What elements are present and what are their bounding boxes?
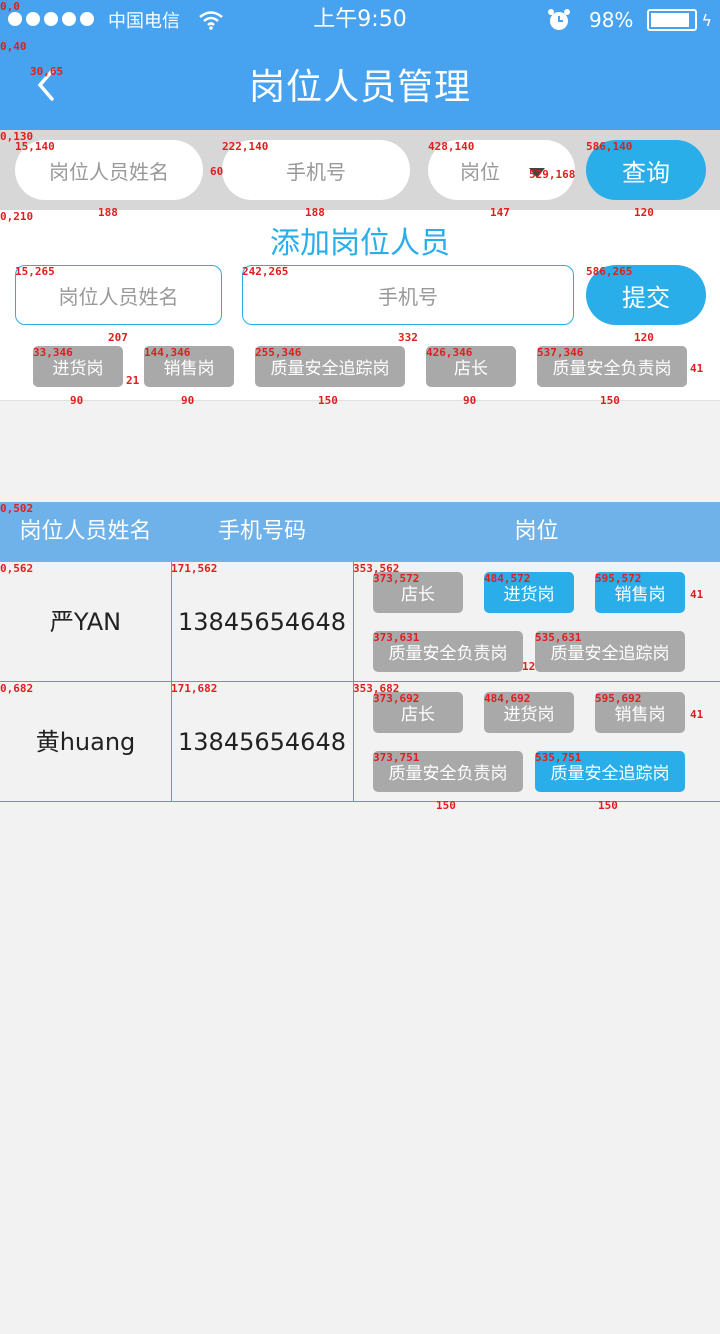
- annotation-label: 120: [634, 206, 654, 219]
- annotation-label: 147: [490, 206, 510, 219]
- annotation-label: 15,265: [15, 265, 55, 278]
- annotation-label: 0,40: [0, 40, 27, 53]
- column-divider: [353, 682, 354, 802]
- annotation-label: 30,65: [30, 65, 64, 78]
- row-name: 黄huang: [35, 728, 136, 756]
- annotation-label: 0,210: [0, 210, 34, 223]
- annotation-label: 586,140: [586, 140, 633, 153]
- annotation-label: 12: [522, 660, 536, 673]
- alarm-icon: [547, 9, 570, 30]
- annotation-label: 535,631: [535, 631, 582, 644]
- annotation-label: 428,140: [428, 140, 475, 153]
- annotation-label: 188: [98, 206, 118, 219]
- annotation-label: 171,682: [171, 682, 218, 695]
- row-phone: 13845654648: [178, 728, 346, 756]
- charging-icon: ϟ: [701, 10, 712, 30]
- annotation-label: 222,140: [222, 140, 269, 153]
- add-name-placeholder: 岗位人员姓名: [58, 284, 179, 309]
- annotation-label: 242,265: [242, 265, 289, 278]
- annotation-label: 150: [600, 394, 620, 407]
- annotation-label: 150: [436, 799, 456, 812]
- annotation-label: 150: [318, 394, 338, 407]
- annotation-label: 255,346: [255, 346, 302, 359]
- annotation-label: 586,265: [586, 265, 633, 278]
- annotation-label: 595,572: [595, 572, 642, 585]
- column-divider: [353, 562, 354, 682]
- page-title: 岗位人员管理: [248, 67, 471, 108]
- annotation-label: 484,572: [484, 572, 531, 585]
- search-phone-placeholder: 手机号: [286, 159, 346, 184]
- submit-button-label: 提交: [622, 283, 670, 312]
- annotation-label: 426,346: [426, 346, 473, 359]
- battery-icon: [647, 9, 698, 31]
- annotation-label: 529,168: [529, 168, 576, 181]
- annotation-label: 144,346: [144, 346, 191, 359]
- add-phone-placeholder: 手机号: [378, 284, 438, 309]
- annotation-label: 537,346: [537, 346, 584, 359]
- annotation-label: 207: [108, 331, 128, 344]
- annotation-label: 21: [126, 374, 140, 387]
- annotation-label: 150: [598, 799, 618, 812]
- annotation-label: 41: [690, 362, 704, 375]
- annotation-label: 332: [398, 331, 418, 344]
- annotation-label: 90: [463, 394, 477, 407]
- annotation-label: 0,682: [0, 682, 34, 695]
- annotation-label: 171,562: [171, 562, 218, 575]
- annotation-label: 90: [181, 394, 195, 407]
- annotation-label: 120: [634, 331, 654, 344]
- search-name-placeholder: 岗位人员姓名: [49, 159, 169, 184]
- annotation-label: 90: [70, 394, 84, 407]
- annotation-label: 188: [305, 206, 325, 219]
- row-phone: 13845654648: [178, 608, 346, 636]
- add-phone-input[interactable]: 手机号: [242, 265, 574, 325]
- annotation-label: 484,692: [484, 692, 531, 705]
- annotation-label: 0,502: [0, 502, 34, 515]
- annotation-label: 595,692: [595, 692, 642, 705]
- query-button-label: 查询: [622, 158, 670, 187]
- status-right: 98% ϟ: [547, 0, 712, 40]
- annotation-label: 373,572: [373, 572, 420, 585]
- annotation-label: 41: [690, 708, 704, 721]
- annotation-label: 0,0: [0, 0, 20, 13]
- annotation-label: 535,751: [535, 751, 582, 764]
- header-phone: 手机号码: [217, 519, 306, 544]
- annotation-label: 373,631: [373, 631, 420, 644]
- annotation-label: 15,140: [15, 140, 55, 153]
- annotation-label: 0,562: [0, 562, 34, 575]
- annotation-label: 33,346: [33, 346, 73, 359]
- annotation-label: 60: [210, 165, 224, 178]
- annotation-label: 373,692: [373, 692, 420, 705]
- search-post-placeholder: 岗位: [460, 159, 500, 184]
- add-section-title: 添加岗位人员: [270, 226, 450, 261]
- table-header: 岗位人员姓名 手机号码 岗位: [0, 502, 720, 562]
- battery-percent: 98%: [588, 8, 634, 32]
- row-name: 严YAN: [49, 608, 122, 636]
- annotation-label: 41: [690, 588, 704, 601]
- annotation-label: 373,751: [373, 751, 420, 764]
- header-post: 岗位: [514, 519, 559, 544]
